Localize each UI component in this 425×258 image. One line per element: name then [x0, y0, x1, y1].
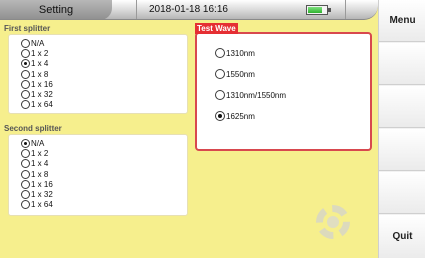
first-splitter-option[interactable]: 1 x 4: [21, 59, 187, 69]
battery-level-fill: [308, 7, 323, 13]
radio-icon: [215, 90, 225, 100]
second-splitter-option[interactable]: 1 x 4: [21, 159, 187, 169]
radio-selected-icon: [21, 59, 30, 69]
second-splitter-label: Second splitter: [4, 124, 62, 133]
radio-icon: [21, 69, 30, 79]
first-splitter-panel: N/A 1 x 21 x 41 x 81 x 16 1 x 32 1 x 64: [8, 34, 188, 114]
wave-option-1310-1550[interactable]: 1310nm/1550nm: [215, 90, 286, 100]
menu-button[interactable]: Menu: [379, 0, 425, 42]
second-splitter-option[interactable]: 1 x 8: [21, 169, 187, 179]
softkey-5[interactable]: [379, 172, 425, 214]
option-label: 1 x 32: [31, 90, 53, 100]
radio-icon: [21, 148, 30, 158]
radio-icon: [21, 169, 30, 179]
second-splitter-option[interactable]: N/A: [21, 138, 187, 148]
option-label: 1 x 8: [31, 69, 49, 79]
second-splitter-option[interactable]: 1 x 16: [21, 179, 187, 189]
test-wave-panel: 1310nm 1550nm 1310nm/1550nm 1625nm: [195, 32, 372, 151]
second-splitter-option[interactable]: 1 x 2: [21, 148, 187, 158]
wave-option-1625[interactable]: 1625nm: [215, 111, 255, 121]
radio-icon: [215, 48, 225, 58]
radio-selected-icon: [21, 138, 30, 148]
radio-icon: [21, 79, 30, 89]
option-label: 1 x 4: [31, 159, 49, 169]
option-label: 1 x 64: [31, 200, 53, 210]
radio-icon: [21, 200, 30, 210]
radio-icon: [21, 100, 30, 110]
radio-icon: [215, 69, 225, 79]
second-splitter-panel: N/A 1 x 21 x 41 x 81 x 16 1 x 32 1 x 64: [8, 134, 188, 216]
quit-button[interactable]: Quit: [379, 215, 425, 258]
radio-icon: [21, 190, 30, 200]
softkey-3[interactable]: [379, 86, 425, 128]
option-label: 1 x 8: [31, 169, 49, 179]
first-splitter-options: N/A 1 x 21 x 41 x 81 x 16 1 x 32 1 x 64: [21, 38, 187, 110]
second-splitter-option[interactable]: 1 x 64: [21, 200, 187, 210]
first-splitter-label: First splitter: [4, 24, 51, 33]
battery-icon: [306, 5, 331, 15]
radio-icon: [21, 179, 30, 189]
option-label: 1 x 2: [31, 148, 49, 158]
first-splitter-option[interactable]: 1 x 64: [21, 100, 187, 110]
wave-option-label: 1310nm/1550nm: [226, 90, 287, 100]
option-label: 1 x 64: [31, 100, 53, 110]
radio-icon: [21, 38, 30, 48]
side-menu: Menu Quit: [378, 0, 425, 258]
page-title: Setting: [0, 0, 112, 19]
option-label: 1 x 32: [31, 190, 53, 200]
radio-icon: [21, 90, 30, 100]
option-label: 1 x 16: [31, 179, 53, 189]
option-label: N/A: [31, 138, 45, 148]
second-splitter-option[interactable]: 1 x 32: [21, 189, 187, 200]
softkey-4[interactable]: [379, 129, 425, 171]
gear-icon: [316, 205, 350, 239]
main-area: Setting 2018-01-18 16:16 First splitter …: [0, 0, 378, 258]
radio-icon: [21, 48, 30, 58]
option-label: N/A: [31, 38, 45, 48]
softkey-2[interactable]: [379, 43, 425, 85]
second-splitter-options: N/A 1 x 21 x 41 x 81 x 16 1 x 32 1 x 64: [21, 138, 187, 210]
first-splitter-option[interactable]: 1 x 32: [21, 89, 187, 100]
option-label: 1 x 16: [31, 79, 53, 89]
wave-option-label: 1550nm: [226, 69, 255, 79]
option-label: 1 x 2: [31, 48, 49, 58]
wave-option-1550[interactable]: 1550nm: [215, 69, 255, 79]
first-splitter-option[interactable]: 1 x 16: [21, 79, 187, 89]
battery-terminal: [328, 8, 331, 12]
wave-option-label: 1625nm: [226, 111, 255, 121]
radio-icon: [21, 159, 30, 169]
option-label: 1 x 4: [31, 59, 49, 69]
first-splitter-option[interactable]: N/A: [21, 38, 187, 48]
first-splitter-option[interactable]: 1 x 8: [21, 69, 187, 79]
status-header: Setting 2018-01-18 16:16: [0, 0, 378, 20]
test-wave-title: Test Wave: [195, 23, 238, 34]
wave-option-label: 1310nm: [226, 48, 255, 58]
radio-selected-icon: [215, 111, 225, 121]
first-splitter-option[interactable]: 1 x 2: [21, 48, 187, 58]
wave-option-1310[interactable]: 1310nm: [215, 48, 255, 58]
